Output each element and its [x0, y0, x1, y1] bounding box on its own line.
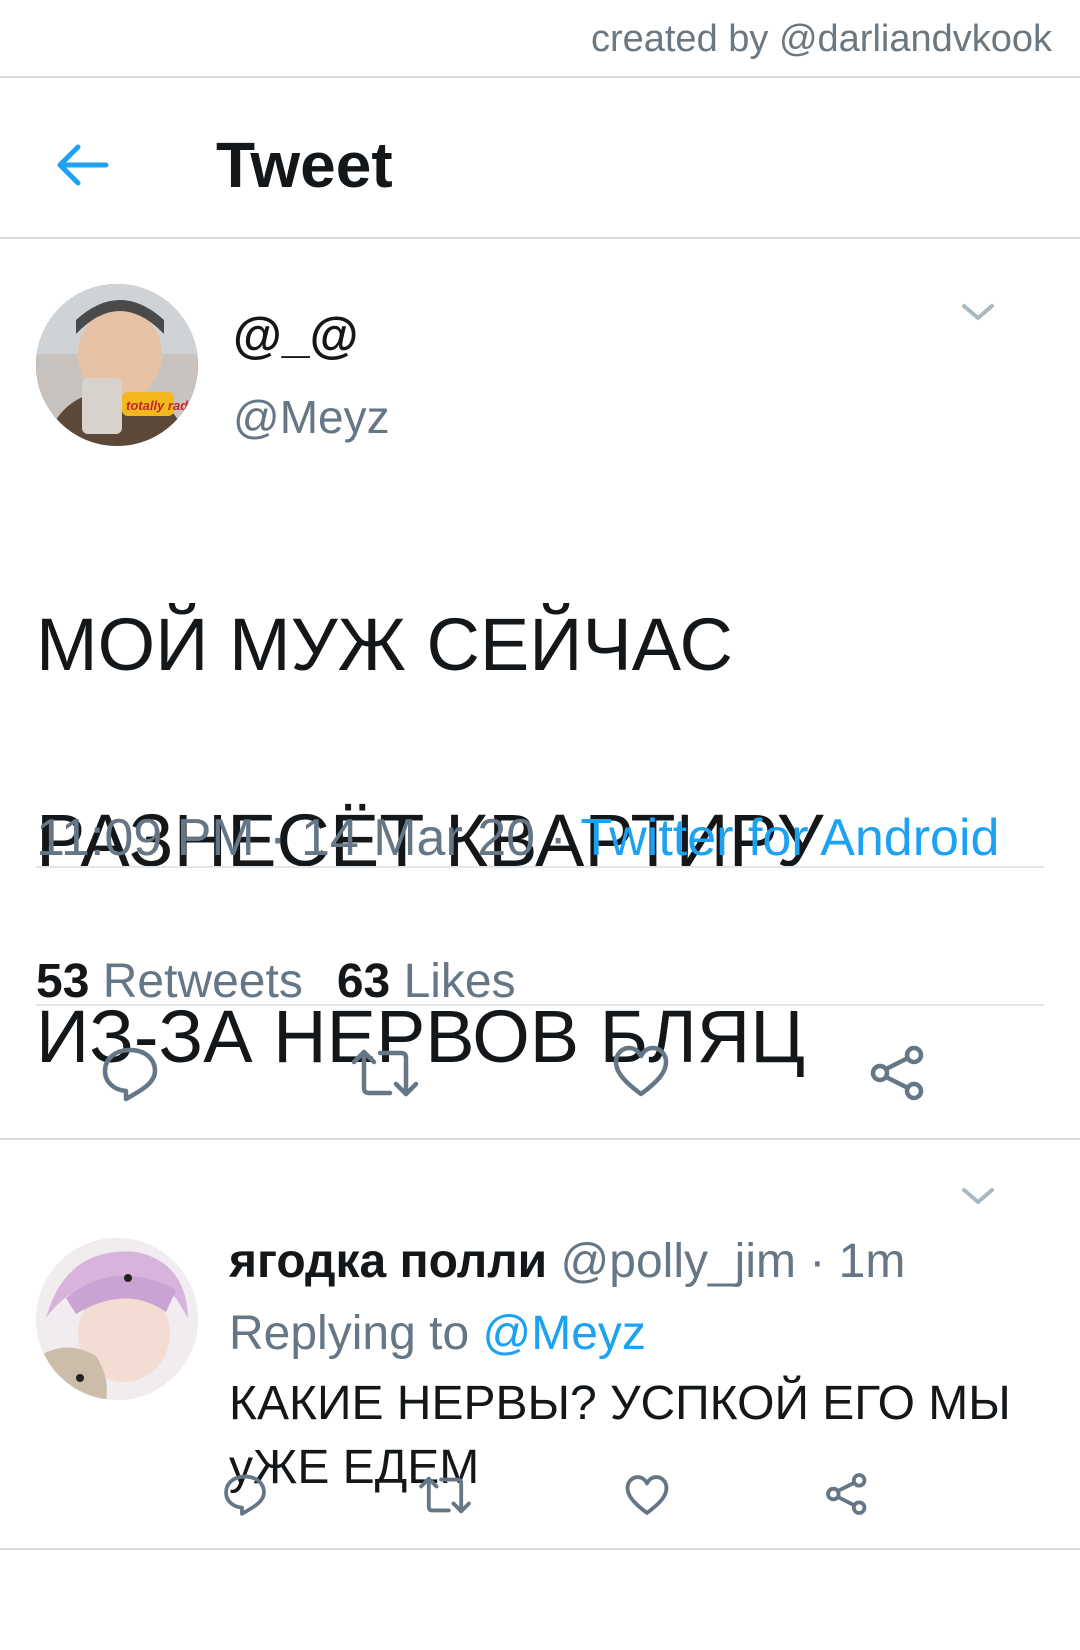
reply-menu-button[interactable]	[960, 1184, 996, 1208]
tweet-menu-button[interactable]	[960, 300, 996, 324]
reply-icon	[224, 1474, 266, 1516]
replying-to: Replying to @Meyz	[229, 1306, 646, 1361]
heart-icon	[613, 1045, 669, 1097]
reply-avatar[interactable]	[36, 1238, 198, 1400]
reply-icon	[102, 1047, 158, 1102]
tweet-time: 11:09 PM	[36, 809, 255, 867]
retweets-count: 53	[36, 955, 90, 1008]
likes-label: Likes	[403, 955, 516, 1008]
likes-stat[interactable]: 63 Likes	[337, 955, 550, 1008]
divider	[0, 1548, 1080, 1550]
divider	[0, 237, 1080, 239]
divider	[36, 1004, 1044, 1006]
chevron-down-icon	[962, 304, 994, 320]
retweet-button[interactable]	[350, 1046, 420, 1100]
divider	[0, 1138, 1080, 1140]
reply-retweet-button[interactable]	[418, 1474, 472, 1516]
likes-count: 63	[336, 955, 391, 1008]
avatar-sticker: totally rad!	[126, 398, 193, 413]
meta-separator: ·	[535, 809, 581, 867]
reply-text-line: КАКИЕ НЕРВЫ? УСПКОЙ ЕГО МЫ	[229, 1377, 1011, 1430]
reply-button[interactable]	[100, 1044, 160, 1102]
replying-prefix: Replying to	[229, 1307, 470, 1360]
tweet-date[interactable]: 14 Mar 20	[301, 809, 535, 867]
share-button[interactable]	[868, 1044, 928, 1102]
retweet-icon	[351, 1049, 419, 1097]
share-icon	[826, 1473, 867, 1515]
share-icon	[870, 1045, 924, 1101]
divider	[36, 866, 1044, 868]
reply-reply-button[interactable]	[222, 1472, 268, 1516]
avatar-image	[36, 1238, 198, 1400]
tweet-display-name[interactable]: @_@	[233, 306, 358, 364]
replying-mention-link[interactable]: @Meyz	[482, 1307, 645, 1360]
tweet-text-line: МОЙ МУЖ СЕЙЧАС	[36, 603, 733, 686]
retweets-label: Retweets	[102, 955, 303, 1008]
chevron-down-icon	[962, 1188, 994, 1204]
like-button[interactable]	[612, 1044, 670, 1098]
retweet-icon	[419, 1476, 471, 1514]
reply-like-button[interactable]	[624, 1474, 670, 1516]
retweets-stat[interactable]: 53 Retweets	[36, 955, 337, 1008]
divider	[0, 76, 1080, 78]
watermark-credit: created by @darliandvkook	[590, 18, 1052, 60]
meta-separator: ·	[795, 1235, 839, 1288]
tweet-meta: 11:09 PM · 14 Mar 20 · Twitter for Andro…	[36, 808, 999, 868]
reply-handle[interactable]: @polly_jim	[561, 1235, 796, 1288]
heart-icon	[625, 1475, 669, 1515]
reply-display-name[interactable]: ягодка полли	[229, 1235, 547, 1288]
avatar-image: totally rad!	[36, 284, 198, 446]
meta-separator: ·	[254, 809, 301, 867]
back-button[interactable]	[56, 140, 116, 190]
tweet-stats: 53 Retweets 63 Likes	[36, 954, 550, 1009]
reply-time: 1m	[838, 1235, 906, 1288]
arrow-left-icon	[57, 144, 109, 186]
reply-header: ягодка полли @polly_jim · 1m	[229, 1234, 905, 1289]
tweet-handle[interactable]: @Meyz	[233, 390, 390, 444]
tweet-source-link[interactable]: Twitter for Android	[580, 809, 999, 867]
avatar[interactable]: totally rad!	[36, 284, 198, 446]
reply-share-button[interactable]	[824, 1472, 870, 1516]
page-title: Tweet	[216, 129, 393, 201]
